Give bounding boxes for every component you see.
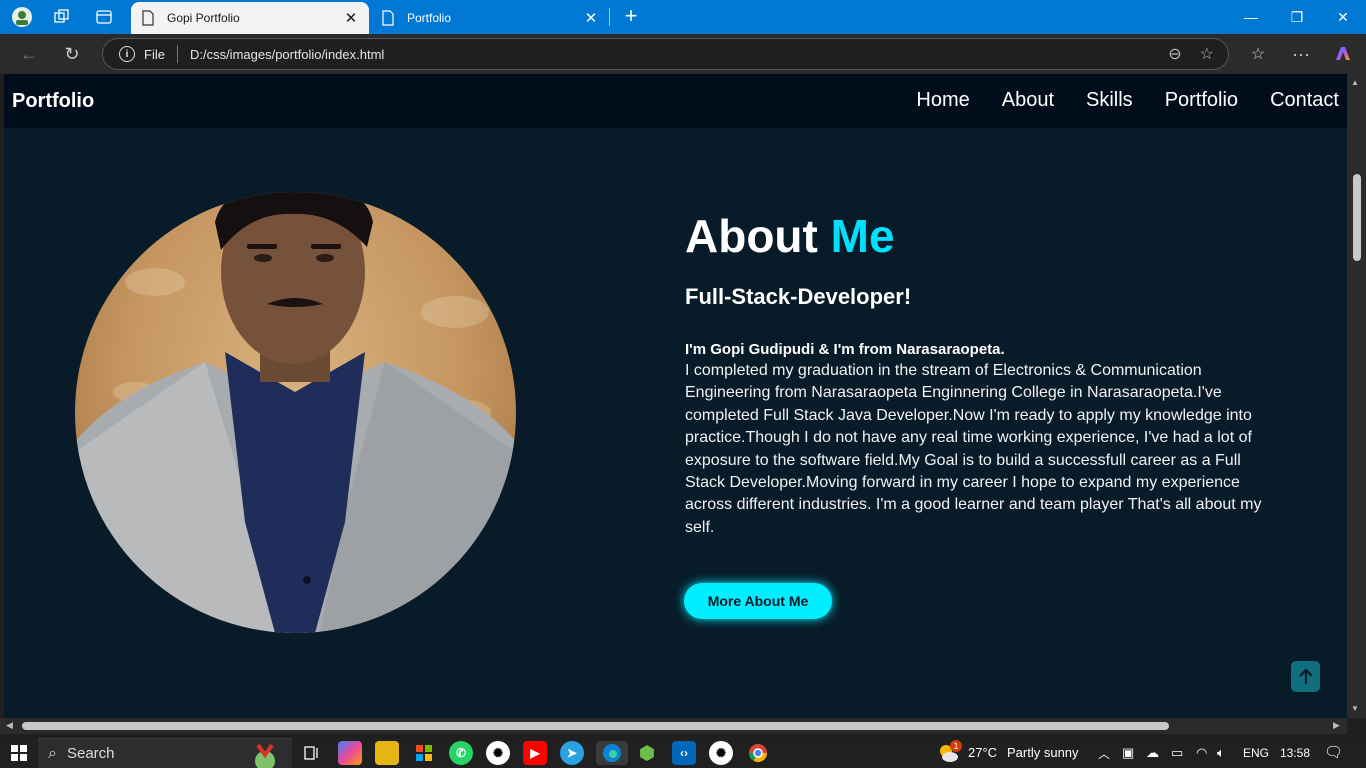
copilot-icon[interactable]	[1328, 40, 1358, 68]
site-info-icon[interactable]: i	[119, 46, 135, 62]
chatgpt-app-icon[interactable]: ✺	[709, 741, 733, 765]
address-bar[interactable]: i File D:/css/images/portfolio/index.htm…	[102, 38, 1229, 70]
workspaces-icon[interactable]	[49, 4, 75, 30]
nav-portfolio[interactable]: Portfolio	[1165, 89, 1238, 112]
battery-icon[interactable]: ▭	[1171, 745, 1183, 761]
divider	[176, 45, 178, 63]
about-heading: About Me	[685, 208, 1275, 264]
meet-now-icon[interactable]: ▣	[1122, 745, 1134, 761]
browser-toolbar: ← ↻ i File D:/css/images/portfolio/index…	[0, 34, 1366, 74]
close-tab-icon[interactable]: ✕	[583, 9, 599, 27]
nav-home[interactable]: Home	[916, 89, 969, 112]
whatsapp-icon[interactable]: ✆	[449, 741, 473, 765]
site-navbar: Portfolio Home About Skills Portfolio Co…	[4, 74, 1347, 128]
vertical-scrollbar[interactable]: ▲ ▼	[1347, 74, 1366, 718]
url-text[interactable]: D:/css/images/portfolio/index.html	[190, 47, 1168, 62]
language-indicator[interactable]: ENG	[1243, 746, 1269, 760]
tab-gopi-portfolio[interactable]: Gopi Portfolio ✕	[131, 2, 369, 34]
youtube-icon[interactable]: ▶	[523, 741, 547, 765]
about-heading-highlight: Me	[830, 210, 895, 262]
taskbar-search[interactable]: ⌕ Search	[38, 738, 292, 768]
arrow-up-icon	[1298, 668, 1313, 684]
about-subtitle: Full-Stack-Developer!	[685, 284, 912, 309]
close-window-button[interactable]: ✕	[1320, 0, 1366, 34]
close-tab-icon[interactable]: ✕	[343, 9, 359, 27]
scroll-up-icon[interactable]: ▲	[1351, 78, 1359, 87]
web-page: Portfolio Home About Skills Portfolio Co…	[4, 74, 1347, 718]
cloud-sync-icon[interactable]: ☁	[1146, 745, 1159, 761]
scroll-to-top-button[interactable]	[1291, 661, 1320, 692]
horizontal-scroll-thumb[interactable]	[22, 722, 1169, 730]
scheme-label: File	[144, 46, 165, 62]
weather-badge: 1	[950, 740, 962, 752]
new-tab-button[interactable]: +	[618, 4, 644, 30]
nav-skills[interactable]: Skills	[1086, 89, 1133, 112]
nav-about[interactable]: About	[1002, 89, 1054, 112]
tab-title: Gopi Portfolio	[167, 11, 240, 25]
scroll-right-icon[interactable]: ▶	[1333, 720, 1340, 731]
zoom-icon[interactable]: ⊖	[1168, 44, 1181, 64]
clock-time[interactable]: 13:58	[1280, 746, 1310, 760]
profile-photo	[75, 192, 516, 633]
hidden-icons-chevron-icon[interactable]: ︿	[1098, 745, 1110, 762]
nav-menu: Home About Skills Portfolio Contact	[916, 89, 1339, 112]
chatgpt-icon[interactable]: ✺	[486, 741, 510, 765]
vertical-scroll-thumb[interactable]	[1353, 174, 1361, 261]
tab-portfolio[interactable]: Portfolio ✕	[371, 2, 609, 34]
page-icon	[142, 10, 154, 26]
more-menu-icon[interactable]: ···	[1286, 40, 1316, 68]
more-about-me-button[interactable]: More About Me	[684, 583, 832, 619]
temperature-text[interactable]: 27°C	[968, 745, 997, 760]
horizontal-scrollbar[interactable]: ◀ ▶	[0, 718, 1347, 734]
windows-logo-icon	[11, 745, 27, 761]
copilot-app-icon[interactable]	[338, 741, 362, 765]
about-body: I completed my graduation in the stream …	[685, 362, 1262, 536]
tab-separator	[609, 8, 610, 26]
chrome-icon[interactable]	[746, 741, 770, 765]
tab-title: Portfolio	[407, 11, 452, 25]
browser-tab-strip: Gopi Portfolio ✕ Portfolio ✕ + — ❐ ✕	[0, 0, 1366, 34]
volume-icon[interactable]: 🔈︎	[1217, 745, 1225, 761]
weather-description[interactable]: Partly sunny	[1007, 745, 1079, 760]
refresh-button[interactable]: ↻	[57, 40, 87, 68]
microsoft-store-icon[interactable]	[412, 741, 436, 765]
windows-taskbar: ⌕ Search ✆ ✺ ▶ ➤ ⬢ ‹› ✺ 1 27°C Partly su…	[0, 738, 1366, 768]
about-heading-plain: About	[685, 210, 818, 262]
vscode-icon[interactable]: ‹›	[672, 741, 696, 765]
minimize-button[interactable]: —	[1228, 0, 1274, 34]
vertical-tabs-icon[interactable]	[91, 4, 117, 30]
telegram-icon[interactable]: ➤	[560, 741, 584, 765]
search-highlight-icon	[250, 741, 280, 768]
site-logo[interactable]: Portfolio	[12, 90, 94, 113]
search-placeholder: Search	[66, 745, 115, 762]
back-button[interactable]: ←	[14, 40, 44, 68]
page-icon	[382, 10, 394, 26]
about-section: About Me Full-Stack-Developer! I'm Gopi …	[685, 208, 1275, 539]
favorite-star-icon[interactable]: ☆	[1200, 44, 1214, 64]
about-lead: I'm Gopi Gudipudi & I'm from Narasaraope…	[685, 341, 1005, 358]
scroll-left-icon[interactable]: ◀	[6, 720, 13, 731]
search-icon: ⌕	[48, 744, 57, 762]
file-explorer-icon[interactable]	[375, 741, 399, 765]
wifi-icon[interactable]: ◠	[1196, 745, 1207, 761]
restore-button[interactable]: ❐	[1274, 0, 1320, 34]
task-view-icon[interactable]	[300, 741, 324, 765]
profile-avatar-icon[interactable]	[9, 4, 35, 30]
notifications-icon[interactable]: 🗨︎	[1324, 743, 1343, 761]
nav-contact[interactable]: Contact	[1270, 89, 1339, 112]
favorites-icon[interactable]: ☆	[1243, 40, 1273, 68]
nodejs-icon[interactable]: ⬢	[635, 741, 659, 765]
scroll-down-icon[interactable]: ▼	[1351, 704, 1359, 713]
edge-app-icon[interactable]	[596, 741, 628, 765]
start-button[interactable]	[7, 741, 31, 765]
